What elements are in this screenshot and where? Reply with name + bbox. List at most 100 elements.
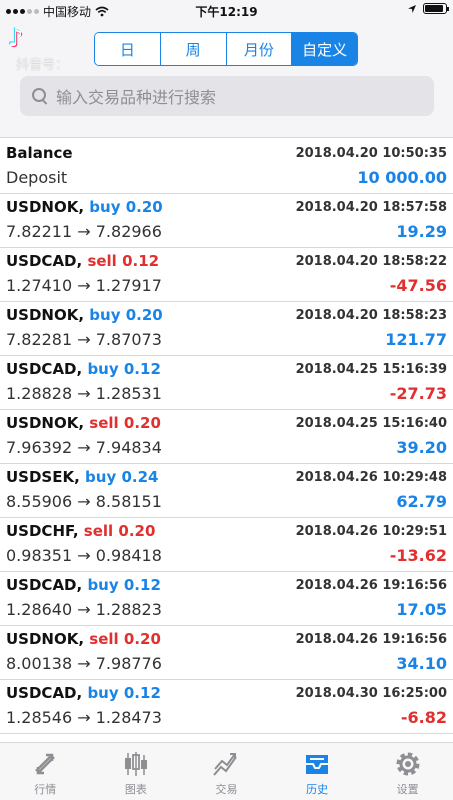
deal-profit: 39.20 bbox=[396, 438, 447, 457]
deal-title: Balance bbox=[6, 144, 73, 162]
deal-symbol: USDCAD, bbox=[6, 576, 83, 594]
deal-volume: 0.12 bbox=[122, 252, 160, 270]
deal-prices: 7.96392 → 7.94834 bbox=[6, 438, 162, 457]
deal-profit: -27.73 bbox=[389, 384, 447, 403]
watermark-text: 抖音号： bbox=[16, 58, 69, 73]
deal-side: buy bbox=[87, 360, 119, 378]
segment-week[interactable]: 周 bbox=[160, 33, 227, 65]
deal-prices: 8.00138 → 7.98776 bbox=[6, 654, 162, 673]
history-header: ♪ 抖音号： 日 周 月份 自定义 输入交易品种进行搜索 bbox=[0, 22, 453, 138]
deal-datetime: 2018.04.20 18:58:23 bbox=[295, 308, 447, 323]
deal-title: USDCHF, sell 0.20 bbox=[6, 522, 155, 540]
deal-profit: 34.10 bbox=[396, 654, 447, 673]
clock-label: 下午12:19 bbox=[195, 5, 258, 19]
deal-row[interactable]: USDCAD, buy 0.12 2018.04.25 15:16:39 1.288… bbox=[0, 356, 453, 410]
deal-symbol: USDCAD, bbox=[6, 360, 83, 378]
deal-datetime: 2018.04.26 19:16:56 bbox=[295, 578, 447, 593]
deal-profit: 19.29 bbox=[396, 222, 447, 241]
deal-prices: 1.28640 → 1.28823 bbox=[6, 600, 162, 619]
deal-side: buy bbox=[85, 468, 117, 486]
deal-profit: -13.62 bbox=[389, 546, 447, 565]
deal-row[interactable]: USDNOK, buy 0.20 2018.04.20 18:58:23 7.822… bbox=[0, 302, 453, 356]
deal-side: sell bbox=[87, 252, 117, 270]
tab-quotes[interactable]: 行情 bbox=[0, 743, 91, 800]
deal-row[interactable]: USDCHF, sell 0.20 2018.04.26 10:29:51 0.98… bbox=[0, 518, 453, 572]
deal-side: buy bbox=[87, 684, 119, 702]
deal-symbol: USDCAD, bbox=[6, 684, 83, 702]
deal-row[interactable]: USDCAD, buy 0.12 2018.04.30 16:25:00 1.285… bbox=[0, 680, 453, 734]
deal-datetime: 2018.04.20 10:50:35 bbox=[295, 146, 447, 161]
segment-day[interactable]: 日 bbox=[95, 33, 161, 65]
deal-symbol: Balance bbox=[6, 144, 73, 162]
deal-side: sell bbox=[89, 414, 119, 432]
deal-profit: 121.77 bbox=[385, 330, 447, 349]
deal-symbol: USDNOK, bbox=[6, 198, 85, 216]
deal-title: USDNOK, buy 0.20 bbox=[6, 198, 163, 216]
deal-prices: 7.82211 → 7.82966 bbox=[6, 222, 162, 241]
deal-title: USDCAD, sell 0.12 bbox=[6, 252, 159, 270]
deal-row[interactable]: USDCAD, buy 0.12 2018.04.26 19:16:56 1.286… bbox=[0, 572, 453, 626]
tab-chart[interactable]: 图表 bbox=[91, 743, 182, 800]
settings-icon bbox=[396, 752, 420, 776]
deal-volume: 0.20 bbox=[125, 198, 163, 216]
deal-profit: 17.05 bbox=[396, 600, 447, 619]
deal-volume: 0.20 bbox=[118, 522, 156, 540]
deal-title: USDCAD, buy 0.12 bbox=[6, 684, 161, 702]
deal-title: USDCAD, buy 0.12 bbox=[6, 360, 161, 378]
history-icon bbox=[306, 755, 329, 774]
deal-prices: 1.28546 → 1.28473 bbox=[6, 708, 162, 727]
deal-title: USDNOK, sell 0.20 bbox=[6, 630, 161, 648]
segment-custom[interactable]: 自定义 bbox=[292, 33, 357, 65]
deal-prices: 1.28828 → 1.28531 bbox=[6, 384, 162, 403]
deal-row[interactable]: USDNOK, sell 0.20 2018.04.26 19:16:56 8.00… bbox=[0, 626, 453, 680]
quotes-icon bbox=[35, 753, 56, 775]
tab-trade[interactable]: 交易 bbox=[181, 743, 272, 800]
deal-volume: 0.20 bbox=[125, 306, 163, 324]
deal-profit: 10 000.00 bbox=[357, 168, 447, 187]
deal-profit: -6.82 bbox=[400, 708, 447, 727]
tab-bar: 行情 图表 交易 历史 设置 bbox=[0, 742, 453, 800]
battery-icon bbox=[423, 3, 449, 14]
deal-row[interactable]: USDNOK, buy 0.20 2018.04.20 18:57:58 7.822… bbox=[0, 194, 453, 248]
deal-side: buy bbox=[87, 576, 119, 594]
deal-volume: 0.24 bbox=[121, 468, 159, 486]
search-placeholder: 输入交易品种进行搜索 bbox=[56, 88, 217, 107]
deal-history-list[interactable]: Balance 2018.04.20 10:50:35 Deposit 10 000.… bbox=[0, 140, 453, 742]
tab-quotes-label: 行情 bbox=[34, 783, 57, 796]
status-right bbox=[407, 3, 449, 14]
deal-title: USDNOK, buy 0.20 bbox=[6, 306, 163, 324]
deal-row[interactable]: USDSEK, buy 0.24 2018.04.26 10:29:48 8.559… bbox=[0, 464, 453, 518]
deal-datetime: 2018.04.25 15:16:39 bbox=[295, 362, 447, 377]
deal-prices: 7.82281 → 7.87073 bbox=[6, 330, 162, 349]
tab-history[interactable]: 历史 bbox=[272, 743, 363, 800]
deal-row[interactable]: Balance 2018.04.20 10:50:35 Deposit 10 000.… bbox=[0, 140, 453, 194]
deal-title: USDNOK, sell 0.20 bbox=[6, 414, 161, 432]
deal-volume: 0.20 bbox=[123, 414, 161, 432]
deal-volume: 0.12 bbox=[123, 360, 161, 378]
deal-row[interactable] bbox=[0, 734, 453, 742]
trade-icon bbox=[213, 753, 238, 776]
deal-row[interactable]: USDCAD, sell 0.12 2018.04.20 18:58:22 1.27… bbox=[0, 248, 453, 302]
deal-profit: 62.79 bbox=[396, 492, 447, 511]
status-bar: 中国移动 下午12:19 bbox=[0, 0, 453, 22]
tab-settings[interactable]: 设置 bbox=[362, 743, 453, 800]
deal-volume: 0.12 bbox=[123, 684, 161, 702]
deal-prices: 8.55906 → 8.58151 bbox=[6, 492, 162, 511]
tab-chart-label: 图表 bbox=[124, 783, 147, 796]
deal-row[interactable]: USDNOK, sell 0.20 2018.04.25 15:16:40 7.96… bbox=[0, 410, 453, 464]
deal-datetime: 2018.04.20 18:58:22 bbox=[295, 254, 447, 269]
tiktok-logo-icon: ♪ bbox=[8, 24, 24, 52]
deal-side: sell bbox=[89, 630, 119, 648]
deal-datetime: 2018.04.20 18:57:58 bbox=[295, 200, 447, 215]
deal-side: sell bbox=[83, 522, 114, 540]
deal-symbol: USDNOK, bbox=[6, 414, 85, 432]
deal-datetime: 2018.04.25 15:16:40 bbox=[295, 416, 447, 431]
deal-profit: -47.56 bbox=[389, 276, 447, 295]
search-icon bbox=[32, 88, 48, 104]
deal-datetime: 2018.04.26 10:29:51 bbox=[295, 524, 447, 539]
search-bar[interactable]: 输入交易品种进行搜索 bbox=[20, 76, 434, 116]
tab-history-label: 历史 bbox=[306, 783, 329, 796]
deal-datetime: 2018.04.26 10:29:48 bbox=[295, 470, 447, 485]
chart-icon bbox=[124, 752, 147, 776]
segment-month[interactable]: 月份 bbox=[226, 33, 293, 65]
